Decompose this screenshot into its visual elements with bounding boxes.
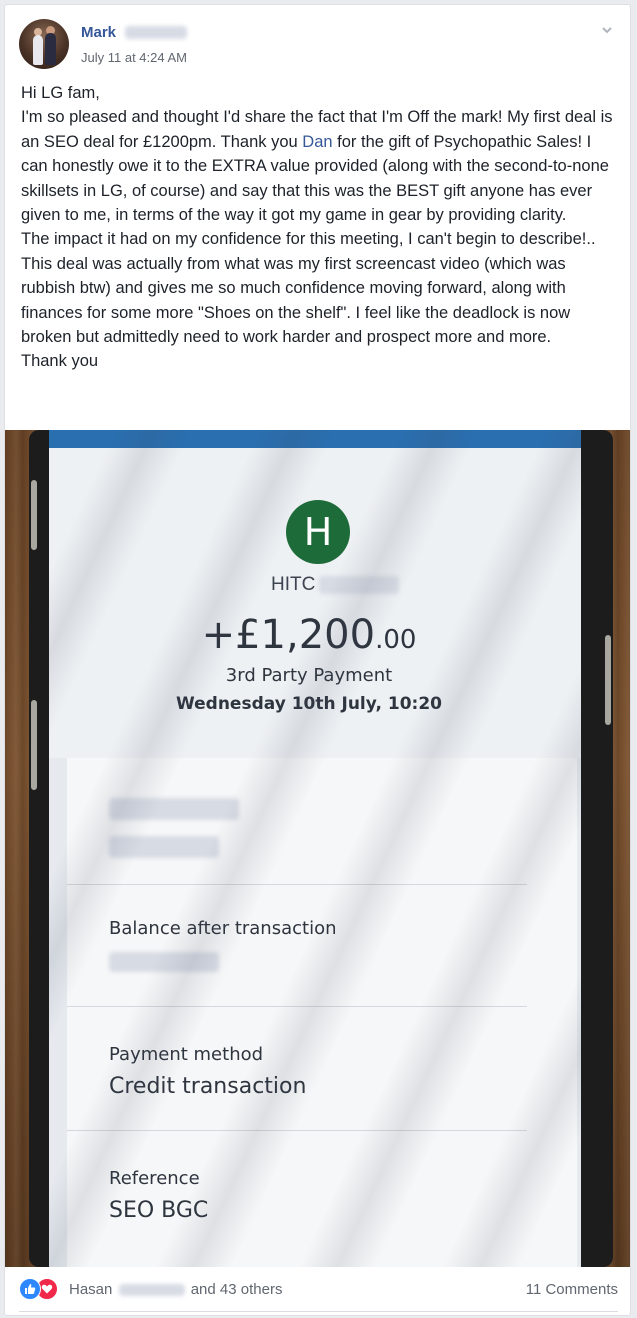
payment-method-value: Credit transaction: [109, 1074, 307, 1099]
phone-side-button: [31, 700, 37, 790]
redacted-account-number: [109, 836, 219, 858]
post-photo[interactable]: H HITC +£1,200.00 3rd Party Payment Wedn…: [5, 430, 630, 1267]
divider: [67, 1130, 527, 1131]
balance-label: Balance after transaction: [109, 918, 337, 939]
transaction-details: Balance after transaction Payment method…: [67, 758, 577, 1267]
reactions-others: and 43 others: [190, 1281, 283, 1298]
transaction-summary: H HITC +£1,200.00 3rd Party Payment Wedn…: [49, 448, 581, 758]
post-paragraph: Hi LG fam,: [21, 84, 100, 102]
reference-value: SEO BGC: [109, 1198, 209, 1223]
post-footer: Hasan and 43 others 11 Comments: [5, 1267, 630, 1315]
author-name[interactable]: Mark: [81, 24, 116, 41]
chevron-down-icon[interactable]: [600, 23, 614, 37]
phone-side-button: [605, 635, 611, 725]
phone-screen: H HITC +£1,200.00 3rd Party Payment Wedn…: [49, 430, 581, 1267]
post-header: Mark July 11 at 4:24 AM: [19, 19, 614, 71]
screen-header-bar: [49, 430, 581, 448]
reactions[interactable]: [19, 1278, 63, 1300]
redacted-reactor-surname: [118, 1284, 185, 1297]
payment-type: 3rd Party Payment: [225, 665, 393, 686]
post-paragraph: The impact it had on my confidence for t…: [21, 230, 596, 347]
post-card: Mark July 11 at 4:24 AM Hi LG fam, I'm s…: [4, 4, 631, 1316]
post-paragraph: Thank you: [21, 352, 99, 371]
divider: [67, 884, 527, 885]
transaction-amount: +£1,200.00: [201, 612, 417, 658]
post-paragraph: I'm so pleased and thought I'd share the…: [21, 105, 621, 227]
avatar-figure-body: [33, 35, 43, 65]
reactions-summary[interactable]: Hasan and 43 others: [69, 1281, 282, 1298]
author-name-row: Mark: [81, 24, 188, 44]
payment-method-label: Payment method: [109, 1044, 264, 1065]
phone: H HITC +£1,200.00 3rd Party Payment Wedn…: [29, 430, 613, 1267]
redacted-payee: [319, 575, 400, 594]
divider: [67, 1006, 527, 1007]
phone-side-button: [31, 480, 37, 550]
payee-name: HITC: [271, 574, 400, 596]
mention-link[interactable]: Dan: [302, 133, 332, 151]
bank-logo: H: [286, 500, 350, 564]
like-icon: [19, 1278, 41, 1300]
reactor-name: Hasan: [69, 1281, 113, 1298]
divider: [19, 1311, 618, 1312]
post-body: Hi LG fam, I'm so pleased and thought I'…: [21, 81, 621, 374]
comments-count[interactable]: 11 Comments: [526, 1281, 618, 1298]
reference-label: Reference: [109, 1168, 200, 1189]
avatar-figure-body: [45, 33, 56, 65]
redacted-balance: [109, 952, 219, 972]
redacted-account: [109, 798, 239, 820]
author-avatar[interactable]: [19, 19, 69, 69]
redacted-surname: [125, 26, 188, 40]
post-timestamp[interactable]: July 11 at 4:24 AM: [81, 50, 187, 65]
transaction-date: Wednesday 10th July, 10:20: [175, 694, 443, 714]
